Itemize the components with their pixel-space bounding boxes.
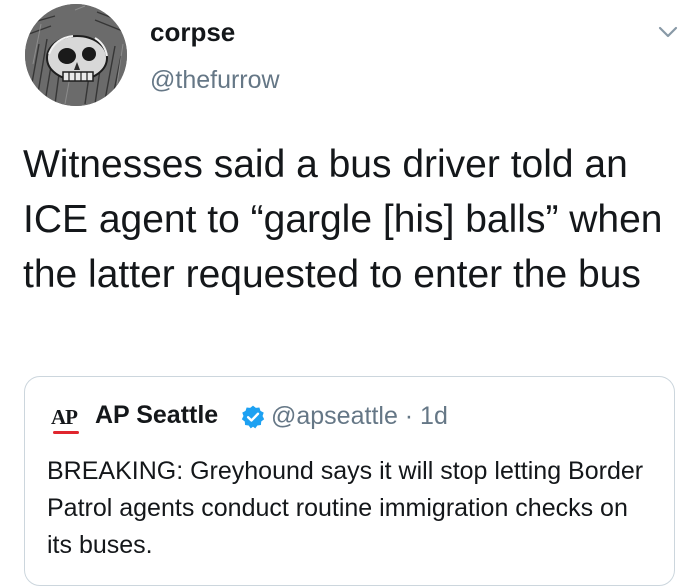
ap-logo-underline: [53, 431, 79, 434]
ap-logo-text: AP: [51, 405, 78, 429]
quoted-tweet[interactable]: AP AP Seattle @apseattle · 1d BREAKING: …: [24, 376, 675, 586]
chevron-down-icon[interactable]: [656, 20, 680, 44]
author-handle[interactable]: @thefurrow: [150, 66, 280, 95]
author-display-name[interactable]: corpse: [150, 17, 235, 48]
quoted-tweet-text: BREAKING: Greyhound says it will stop le…: [47, 457, 644, 559]
ap-logo: AP: [51, 405, 85, 441]
quoted-handle-time[interactable]: @apseattle · 1d: [271, 402, 448, 431]
skull-icon: [25, 4, 127, 106]
tweet-card: corpse @thefurrow Witnesses said a bus d…: [0, 0, 700, 586]
tweet-text: Witnesses said a bus driver told an ICE …: [23, 143, 663, 296]
verified-badge-icon: [240, 404, 266, 430]
author-avatar[interactable]: [25, 4, 127, 106]
quoted-display-name[interactable]: AP Seattle: [95, 401, 218, 430]
